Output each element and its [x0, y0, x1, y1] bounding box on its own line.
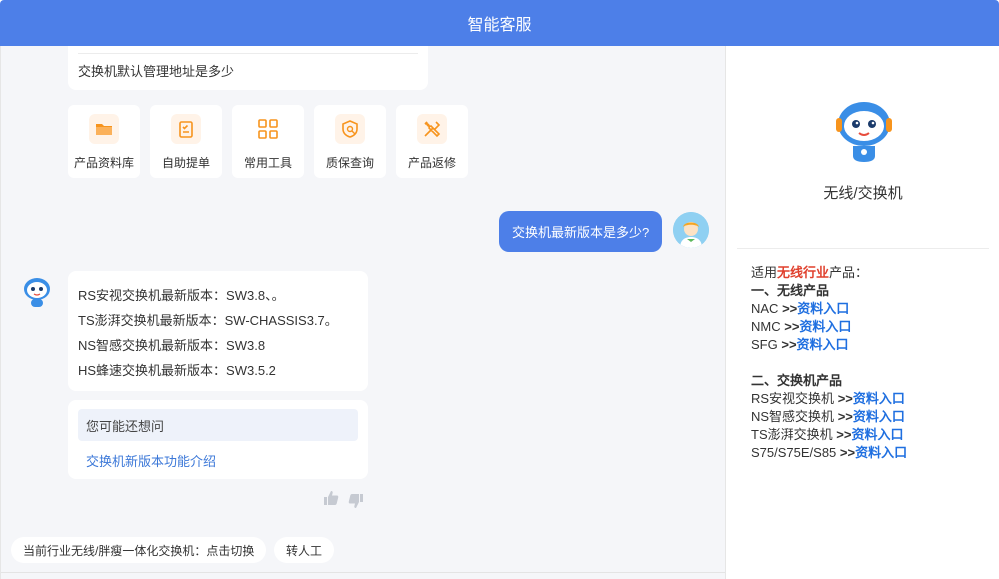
arrow-text: >>	[839, 445, 856, 460]
intro-prefix: 适用	[751, 265, 778, 280]
quick-action-product-library[interactable]: 产品资料库	[68, 105, 140, 178]
arrow-text: >>	[836, 427, 852, 442]
quick-action-tools[interactable]: 常用工具	[232, 105, 304, 178]
arrow-text: >>	[837, 409, 853, 424]
resource-link[interactable]: 资料入口	[855, 445, 907, 460]
sidebar-divider	[737, 248, 989, 249]
quick-actions: 产品资料库 自助提单 常用工具 质保查询 产品返修	[68, 105, 468, 178]
transfer-agent-label: 转人工	[286, 543, 323, 558]
product-row-s75: S75/S75E/S85 >>资料入口	[751, 444, 907, 462]
robot-mascot-icon	[828, 94, 900, 166]
product-info: 适用无线行业产品： 一、无线产品 NAC >>资料入口 NMC >>资料入口 S…	[751, 264, 907, 462]
user-avatar	[673, 212, 709, 248]
quick-action-warranty[interactable]: 质保查询	[314, 105, 386, 178]
industry-switch-label: 当前行业无线/胖瘦一体化交换机：点击切换	[23, 543, 255, 558]
user-message-text: 交换机最新版本是多少?	[512, 225, 650, 240]
industry-switch-chip[interactable]: 当前行业无线/胖瘦一体化交换机：点击切换	[11, 537, 267, 563]
quick-action-label: 产品返修	[407, 156, 456, 170]
quick-action-self-ticket[interactable]: 自助提单	[150, 105, 222, 178]
product-name: NMC	[751, 319, 781, 334]
transfer-agent-chip[interactable]: 转人工	[274, 537, 335, 563]
product-row-sfg: SFG >>资料入口	[751, 336, 907, 354]
answer-line: RS安视交换机最新版本：SW3.8、。	[78, 288, 285, 303]
answer-line: HS蜂速交换机最新版本：SW3.5.2	[78, 363, 276, 378]
answer-line: NS智感交换机最新版本：SW3.8	[78, 338, 266, 353]
quick-action-label: 产品资料库	[73, 156, 134, 170]
grid-apps-icon	[253, 114, 283, 144]
quick-action-label: 常用工具	[243, 156, 292, 170]
resource-link[interactable]: 资料入口	[853, 391, 905, 406]
arrow-text: >>	[837, 391, 853, 406]
product-row-nmc: NMC >>资料入口	[751, 318, 907, 336]
robot-mascot-icon	[24, 278, 50, 307]
card-divider	[78, 53, 418, 54]
suggestion-title: 您可能还想问	[78, 409, 358, 441]
product-row-ns: NS智感交换机 >>资料入口	[751, 408, 907, 426]
product-name: NS智感交换机	[751, 409, 835, 424]
feedback-group	[323, 490, 364, 509]
arrow-text: >>	[782, 301, 798, 316]
product-name: SFG	[751, 337, 778, 352]
intro-highlight: 无线行业	[777, 265, 830, 280]
product-name: RS安视交换机	[751, 391, 835, 406]
answer-line: TS澎湃交换机最新版本：SW-CHASSIS3.7。	[78, 313, 338, 328]
thumbs-down-icon[interactable]	[348, 490, 364, 509]
suggestion-card: 您可能还想问 交换机新版本功能介绍	[68, 400, 368, 479]
quick-action-label: 质保查询	[325, 156, 374, 170]
chat-panel[interactable]: 交换机默认管理地址是多少 产品资料库 自助提单 常用工具 质保查询 产品返修 交…	[0, 46, 726, 579]
section-title-switch: 二、交换机产品	[751, 373, 843, 388]
previous-answer-card: 交换机默认管理地址是多少	[68, 46, 428, 90]
intro-line: 适用无线行业产品：	[751, 264, 907, 282]
chat-header: 智能客服	[0, 0, 999, 46]
product-row-nac: NAC >>资料入口	[751, 300, 907, 318]
header-title: 智能客服	[467, 17, 532, 34]
resource-link[interactable]: 资料入口	[797, 301, 849, 316]
resource-link[interactable]: 资料入口	[799, 319, 851, 334]
bot-answer-card: RS安视交换机最新版本：SW3.8、。 TS澎湃交换机最新版本：SW-CHASS…	[68, 271, 368, 391]
category-title: 无线/交换机	[823, 185, 903, 202]
folder-icon	[89, 114, 119, 144]
section-title-wireless: 一、无线产品	[751, 283, 830, 298]
resource-link[interactable]: 资料入口	[851, 427, 903, 442]
product-name: S75/S75E/S85	[751, 445, 837, 460]
product-row-ts: TS澎湃交换机 >>资料入口	[751, 426, 907, 444]
thumbs-up-icon[interactable]	[323, 490, 339, 509]
shield-search-icon	[335, 114, 365, 144]
arrow-text: >>	[784, 319, 800, 334]
user-message-bubble: 交换机最新版本是多少?	[499, 211, 663, 252]
intro-suffix: 产品：	[829, 265, 869, 280]
wrench-tools-icon	[417, 114, 447, 144]
user-avatar-icon	[673, 212, 709, 248]
arrow-text: >>	[781, 337, 797, 352]
category-sidebar: 无线/交换机 适用无线行业产品： 一、无线产品 NAC >>资料入口 NMC >…	[727, 46, 999, 579]
product-name: NAC	[751, 301, 779, 316]
quick-action-label: 自助提单	[161, 156, 210, 170]
input-divider	[1, 572, 725, 573]
previous-question-link[interactable]: 交换机默认管理地址是多少	[78, 61, 234, 80]
quick-action-repair[interactable]: 产品返修	[396, 105, 468, 178]
resource-link[interactable]: 资料入口	[853, 409, 905, 424]
product-row-rs: RS安视交换机 >>资料入口	[751, 390, 907, 408]
clipboard-icon	[171, 114, 201, 144]
suggestion-link[interactable]: 交换机新版本功能介绍	[78, 451, 358, 470]
product-name: TS澎湃交换机	[751, 427, 833, 442]
bot-avatar	[19, 274, 55, 310]
resource-link[interactable]: 资料入口	[797, 337, 849, 352]
